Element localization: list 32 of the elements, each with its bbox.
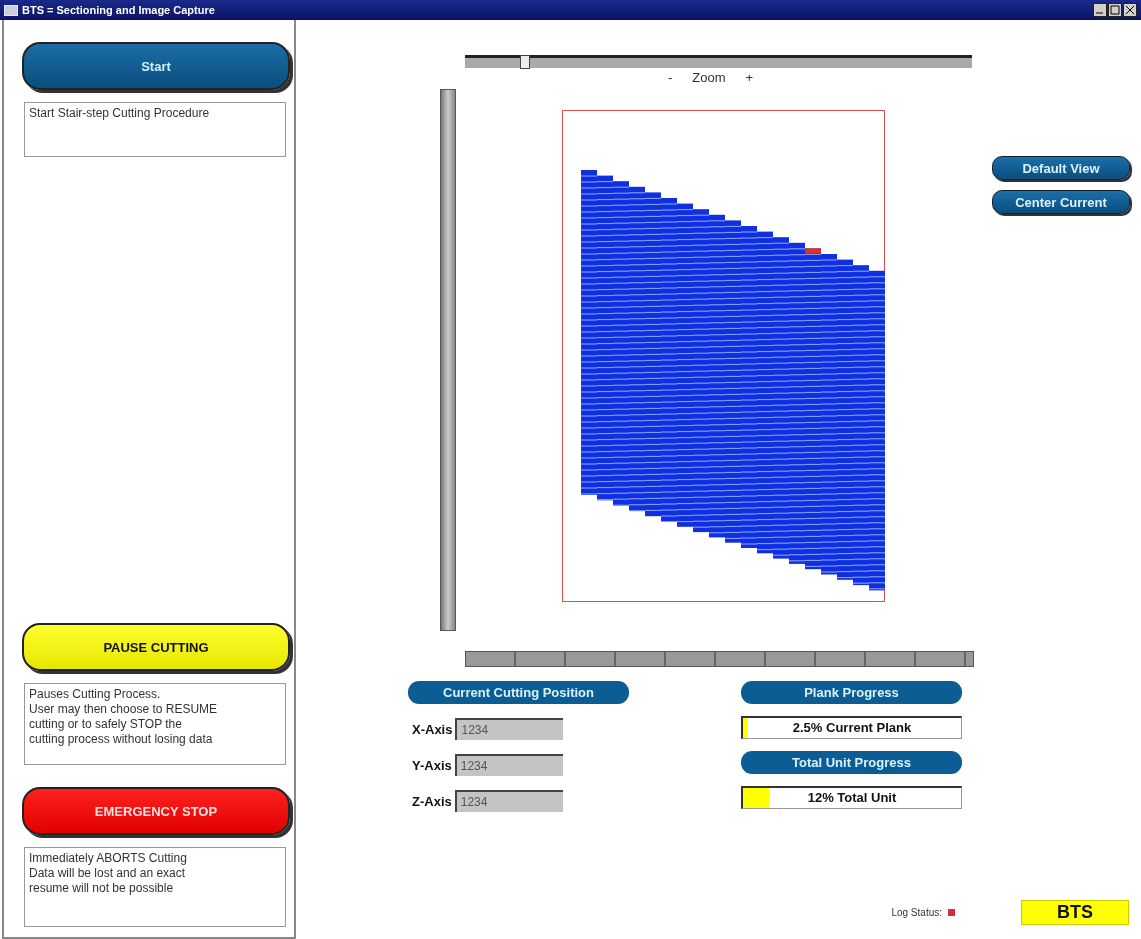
- description-text: Start Stair-step Cutting Procedure: [24, 102, 286, 157]
- zoom-in-label[interactable]: +: [745, 70, 754, 85]
- emergency-stop-button[interactable]: EMERGENCY STOP: [22, 787, 290, 835]
- axis-label: Z-Axis: [412, 793, 452, 809]
- axis-field[interactable]: 1234: [454, 790, 563, 812]
- window-title: BTS = Sectioning and Image Capture: [22, 4, 216, 16]
- section-header: Plank Progress: [741, 681, 962, 704]
- section-header: Current Cutting Position: [408, 681, 629, 704]
- zoom-out-label[interactable]: -: [668, 70, 673, 85]
- start-button[interactable]: Start: [22, 42, 290, 90]
- progress-text: 2.5% Current Plank: [791, 719, 913, 737]
- app-icon: [4, 4, 18, 16]
- axis-field[interactable]: 1234: [455, 718, 564, 740]
- axis-label: X-Axis: [412, 721, 453, 737]
- view-button[interactable]: Default View: [992, 156, 1130, 180]
- progress-text: 12% Total Unit: [806, 789, 898, 807]
- description-text: Pauses Cutting Process. User may then choose to RESUME cutting or to safely STOP the cutting process without losing data: [24, 683, 286, 765]
- window-controls-icon[interactable]: [1093, 3, 1137, 17]
- log-status-label: Log Status:: [891, 907, 942, 918]
- description-text: Immediately ABORTS Cutting Data will be lost and an exact resume will not be possible: [24, 847, 286, 927]
- slider-thumb[interactable]: [519, 55, 530, 69]
- horizontal-scrollbar[interactable]: [465, 651, 974, 667]
- vertical-scrollbar[interactable]: [440, 89, 456, 631]
- axis-field[interactable]: 1234: [454, 754, 563, 776]
- zoom-slider[interactable]: [465, 55, 972, 68]
- zoom-label: Zoom: [692, 70, 726, 85]
- status-indicator-icon: [948, 909, 955, 916]
- pause-button[interactable]: PAUSE CUTTING: [22, 623, 290, 671]
- axis-label: Y-Axis: [412, 757, 452, 773]
- view-button[interactable]: Center Current: [992, 190, 1130, 214]
- section-header: Total Unit Progress: [741, 751, 962, 774]
- brand-logo: BTS: [1021, 900, 1129, 925]
